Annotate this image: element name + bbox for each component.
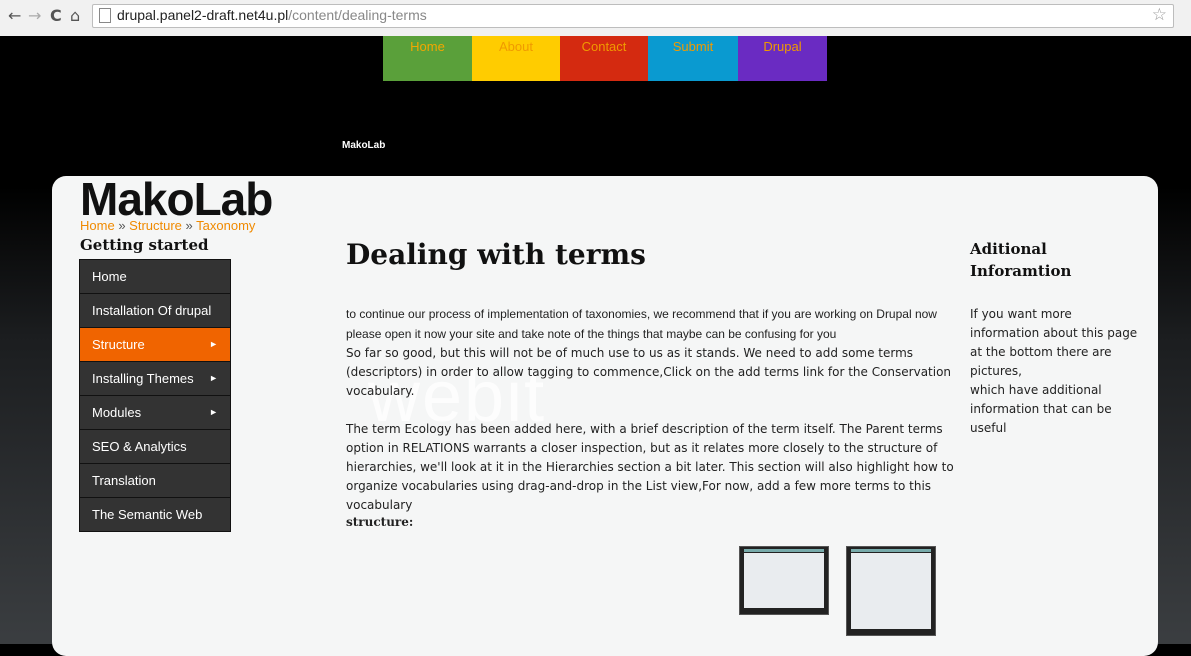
sidebar-item-label: Installation Of drupal [92,303,212,318]
sidebar-item-label: The Semantic Web [92,507,203,522]
sidebar-item-translation[interactable]: Translation [80,464,230,498]
intro-paragraph: to continue our process of implementatio… [346,307,937,341]
sidebar-item-label: Home [92,269,127,284]
breadcrumb-structure[interactable]: Structure [129,218,182,233]
sidebar-item-label: Translation [92,473,156,488]
url-path: /content/dealing-terms [288,7,427,23]
sidebar-title: Getting started [80,236,209,254]
aside-title: Aditional Inforamtion [970,240,1072,280]
screenshot-thumbnail[interactable] [739,546,829,615]
submenu-arrow-icon: ► [209,407,218,417]
aside-line: If you want more information about this … [970,307,1138,378]
breadcrumb: Home » Structure » Taxonomy [80,218,255,233]
aside-text: If you want more information about this … [970,305,1140,438]
back-icon[interactable]: ← [8,8,21,24]
thumbnail-bar [744,549,824,552]
sidebar-menu: Home Installation Of drupal Structure ► I… [79,259,231,532]
sidebar-item-seo[interactable]: SEO & Analytics [80,430,230,464]
reload-icon[interactable]: C [50,8,62,24]
top-nav: Home About Contact Submit Drupal [383,36,827,81]
url-host: drupal.panel2-draft.net4u.pl [117,7,289,23]
sidebar-item-label: Installing Themes [92,371,194,386]
breadcrumb-home[interactable]: Home [80,218,115,233]
paragraph: The term Ecology has been added here, wi… [346,422,954,512]
bookmark-star-icon[interactable]: ☆ [1152,5,1167,25]
sidebar-item-semantic-web[interactable]: The Semantic Web [80,498,230,531]
article-body: to continue our process of implementatio… [346,304,954,529]
thumbnail-content [744,553,824,608]
submenu-arrow-icon: ► [209,373,218,383]
home-icon[interactable]: ⌂ [70,8,80,24]
browser-toolbar: ← → C ⌂ drupal.panel2-draft.net4u.pl/con… [0,0,1191,37]
sidebar-item-structure[interactable]: Structure ► [80,328,230,362]
sidebar-item-label: Modules [92,405,142,420]
top-nav-contact[interactable]: Contact [560,36,648,81]
sidebar-item-home[interactable]: Home [80,260,230,294]
url-text: drupal.panel2-draft.net4u.pl/content/dea… [117,7,427,23]
main-panel: webit MakoLab Home » Structure » Taxonom… [52,176,1158,656]
page-icon [99,8,111,23]
top-nav-home[interactable]: Home [383,36,472,81]
sidebar-item-label: Structure [92,337,145,352]
structure-label: structure: [346,515,414,529]
breadcrumb-separator: » [118,218,126,233]
top-nav-drupal[interactable]: Drupal [738,36,827,81]
page-title: Dealing with terms [346,238,646,271]
thumbnail-bar [851,549,931,552]
address-bar[interactable]: drupal.panel2-draft.net4u.pl/content/dea… [92,4,1174,28]
screenshot-thumbnail[interactable] [846,546,936,636]
breadcrumb-taxonomy[interactable]: Taxonomy [196,218,255,233]
thumbnail-content [851,553,931,629]
breadcrumb-separator: » [185,218,193,233]
sidebar-item-label: SEO & Analytics [92,439,187,454]
sidebar-item-installing-themes[interactable]: Installing Themes ► [80,362,230,396]
top-nav-submit[interactable]: Submit [648,36,738,81]
site-name-small: MakoLab [342,140,386,151]
sidebar-item-modules[interactable]: Modules ► [80,396,230,430]
submenu-arrow-icon: ► [209,339,218,349]
sidebar-item-installation[interactable]: Installation Of drupal [80,294,230,328]
forward-icon[interactable]: → [28,8,41,24]
aside-line: which have additional information that c… [970,383,1112,435]
paragraph: So far so good, but this will not be of … [346,346,952,398]
top-nav-about[interactable]: About [472,36,560,81]
page: Home About Contact Submit Drupal MakoLab… [0,36,1191,656]
